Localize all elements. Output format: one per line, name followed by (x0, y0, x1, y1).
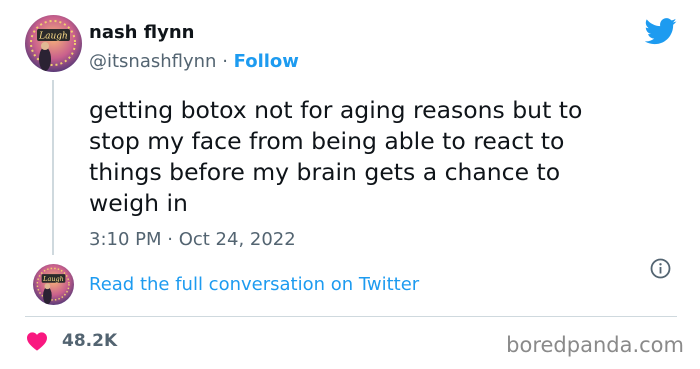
author-avatar[interactable]: Laugh (25, 15, 82, 72)
info-icon[interactable] (650, 258, 671, 279)
read-conversation-link[interactable]: Read the full conversation on Twitter (89, 274, 419, 295)
avatar-sign-text: Laugh (42, 275, 64, 283)
tweet-card: Laugh nash flynn @itsnashflynn · Follow … (0, 0, 700, 369)
avatar-image: Laugh (25, 15, 82, 72)
author-handle-row: @itsnashflynn · Follow (89, 51, 299, 72)
like-count[interactable]: 48.2K (62, 331, 117, 351)
tweet-text: getting botox not for aging reasons but … (89, 96, 583, 217)
tweet-timestamp[interactable]: 3:10 PM · Oct 24, 2022 (89, 229, 296, 250)
author-handle[interactable]: @itsnashflynn (89, 51, 216, 72)
twitter-bird-icon[interactable] (645, 18, 677, 45)
author-display-name[interactable]: nash flynn (89, 22, 194, 43)
avatar-image: Laugh (33, 264, 74, 305)
follow-button[interactable]: Follow (234, 51, 299, 72)
divider (25, 316, 677, 317)
thread-connector (52, 80, 54, 255)
avatar-sign-text: Laugh (38, 32, 68, 42)
heart-icon[interactable] (26, 331, 48, 351)
handle-separator: · (216, 51, 234, 72)
watermark: boredpanda.com (506, 333, 684, 357)
conversation-avatar[interactable]: Laugh (33, 264, 74, 305)
